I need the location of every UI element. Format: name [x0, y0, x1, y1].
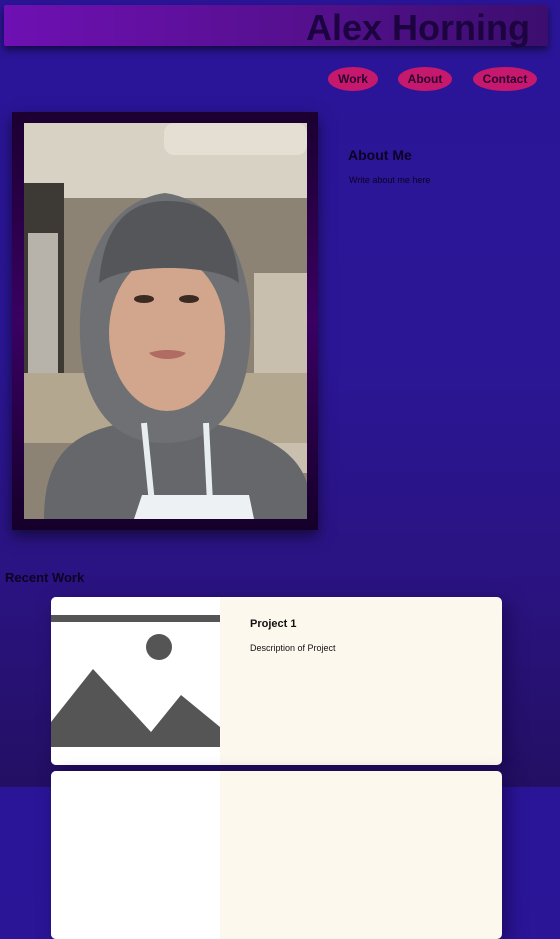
about-text: Write about me here	[349, 175, 431, 185]
nav-contact-button[interactable]: Contact	[473, 67, 537, 91]
project-thumbnail	[51, 597, 220, 765]
site-title: Alex Horning	[305, 7, 530, 48]
profile-photo	[24, 123, 307, 519]
project-description: Description of Project	[250, 643, 336, 653]
profile-photo-frame	[12, 112, 318, 530]
site-header: Alex Horning	[4, 5, 548, 48]
project-card[interactable]: Project 1 Description of Project	[51, 597, 502, 765]
profile-photo-image	[24, 123, 307, 519]
image-placeholder-icon	[51, 615, 220, 747]
recent-work-heading: Recent Work	[5, 570, 85, 585]
nav-about-button[interactable]: About	[398, 67, 452, 91]
about-heading: About Me	[348, 147, 412, 163]
project-thumbnail	[51, 771, 220, 939]
project-title: Project 1	[250, 618, 297, 630]
project-card-partial[interactable]	[51, 771, 502, 939]
nav-work-button[interactable]: Work	[328, 67, 378, 91]
